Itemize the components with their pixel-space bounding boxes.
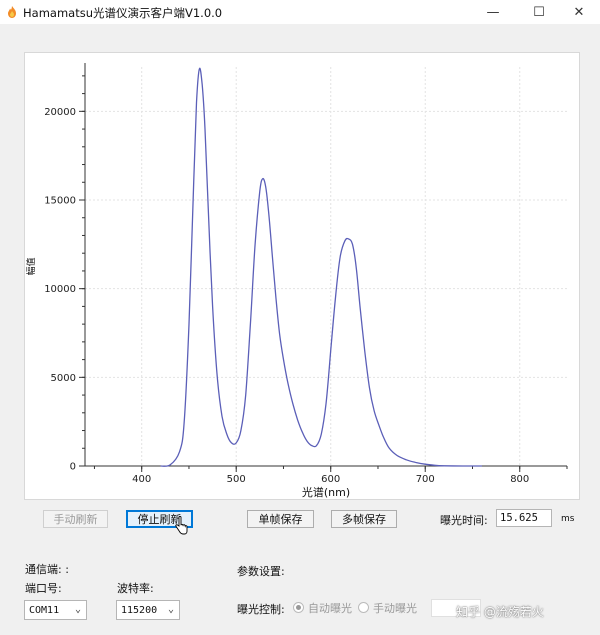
baud-rate-select-value: 115200: [121, 604, 158, 616]
auto-exposure-radio[interactable]: [293, 602, 304, 613]
chart-series-layer: [160, 67, 482, 467]
minimize-button[interactable]: —: [470, 0, 516, 24]
port-select[interactable]: COM11 ⌄: [24, 600, 87, 620]
auto-exposure-label: 自动曝光: [308, 602, 352, 615]
exposure-time-unit: ms: [561, 514, 575, 524]
chevron-down-icon: ⌄: [74, 604, 81, 615]
exposure-time-input[interactable]: 15.625: [496, 509, 552, 527]
x-tick-label: 500: [227, 474, 246, 485]
manual-exposure-radio[interactable]: [358, 602, 369, 613]
x-tick-label: 600: [321, 474, 340, 485]
x-tick-label: 400: [132, 474, 151, 485]
close-button[interactable]: ✕: [556, 0, 600, 24]
y-tick-label: 5000: [51, 373, 76, 384]
manual-exposure-label: 手动曝光: [373, 602, 417, 615]
manual-refresh-button[interactable]: 手动刷新: [43, 510, 108, 528]
multi-frame-save-button[interactable]: 多帧保存: [331, 510, 397, 528]
watermark-text: 知乎 @流殇若火: [456, 605, 544, 619]
exposure-control-label: 曝光控制:: [237, 603, 285, 616]
port-select-value: COM11: [29, 604, 60, 616]
chart-axes: 400 500 600 700 800 0 5000 10000 15000 20000: [44, 63, 568, 485]
y-tick-label: 20000: [44, 107, 76, 118]
x-axis-label: 光谱(nm): [302, 485, 350, 499]
y-tick-label: 15000: [44, 196, 76, 207]
x-tick-label: 800: [510, 474, 529, 485]
y-tick-label: 0: [70, 462, 76, 473]
mouse-cursor-icon: [175, 516, 188, 535]
y-axis-label: 幅值: [25, 257, 37, 275]
single-frame-save-button[interactable]: 单帧保存: [247, 510, 314, 528]
baud-rate-label: 波特率:: [117, 582, 154, 595]
window-title: Hamamatsu光谱仪演示客户端V1.0.0: [23, 6, 223, 20]
spectrum-series-line: [160, 67, 482, 467]
spectrum-chart: 400 500 600 700 800 0 5000 10000 15000 20000 光谱(n…: [25, 63, 568, 499]
spectrum-chart-panel: 400 500 600 700 800 0 5000 10000 15000 20000 光谱(n…: [24, 52, 580, 500]
port-label: 端口号:: [25, 582, 62, 595]
y-tick-label: 10000: [44, 284, 76, 295]
exposure-time-label: 曝光时间:: [440, 514, 488, 527]
baud-rate-select[interactable]: 115200 ⌄: [116, 600, 180, 620]
parameters-section-label: 参数设置:: [237, 565, 285, 578]
x-tick-label: 700: [416, 474, 435, 485]
app-flame-icon: [8, 6, 16, 18]
title-bar: Hamamatsu光谱仪演示客户端V1.0.0 — ☐ ✕: [0, 0, 600, 24]
communication-status-label: 通信端: :: [25, 563, 69, 576]
chevron-down-icon: ⌄: [167, 604, 174, 615]
